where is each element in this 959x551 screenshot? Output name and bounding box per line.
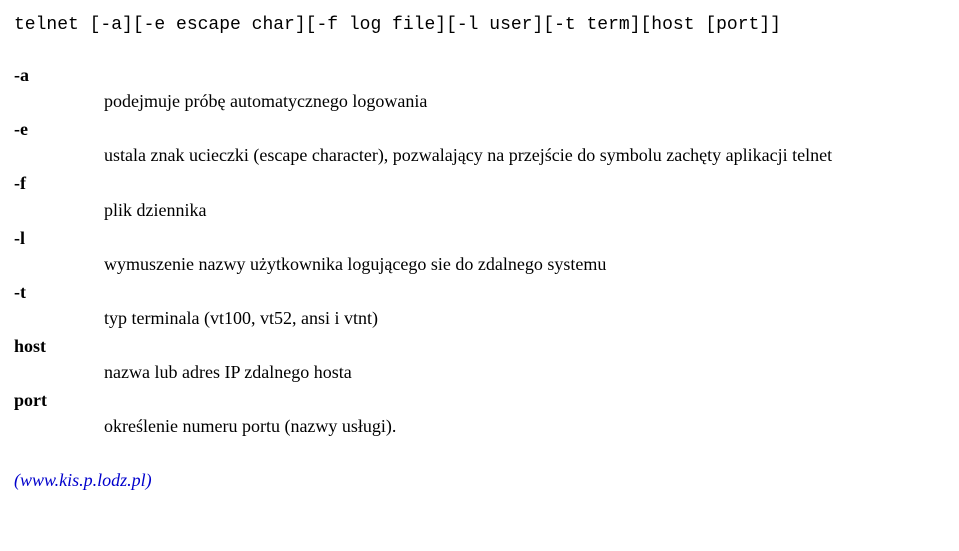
option-desc: wymuszenie nazwy użytkownika logującego … [14, 251, 945, 277]
option-desc: typ terminala (vt100, vt52, ansi i vtnt) [14, 305, 945, 331]
option-flag: -l [14, 225, 104, 251]
option-desc: ustala znak ucieczki (escape character),… [14, 142, 945, 168]
option-flag: -a [14, 62, 104, 88]
options-list: -a podejmuje próbę automatycznego logowa… [14, 62, 945, 439]
option-e: -e [14, 116, 945, 142]
option-flag: host [14, 333, 104, 359]
option-flag: -e [14, 116, 104, 142]
option-a: -a [14, 62, 945, 88]
option-f: -f [14, 170, 945, 196]
option-desc: nazwa lub adres IP zdalnego hosta [14, 359, 945, 385]
source-link[interactable]: (www.kis.p.lodz.pl) [14, 467, 945, 493]
option-host: host [14, 333, 945, 359]
option-t: -t [14, 279, 945, 305]
option-desc: plik dziennika [14, 197, 945, 223]
option-flag: -f [14, 170, 104, 196]
option-desc: podejmuje próbę automatycznego logowania [14, 88, 945, 114]
command-synopsis: telnet [-a][-e escape char][-f log file]… [14, 12, 945, 38]
option-flag: port [14, 387, 104, 413]
option-flag: -t [14, 279, 104, 305]
option-l: -l [14, 225, 945, 251]
option-desc: określenie numeru portu (nazwy usługi). [14, 413, 945, 439]
option-port: port [14, 387, 945, 413]
